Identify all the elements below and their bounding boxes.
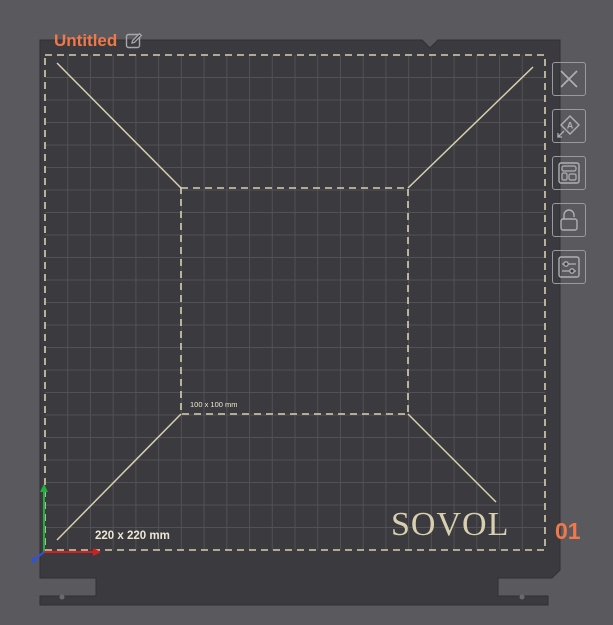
plate-index: 01	[555, 518, 581, 544]
svg-text:A: A	[567, 121, 574, 131]
inner-area-label: 100 x 100 mm	[190, 400, 238, 409]
mount-hole	[59, 594, 65, 600]
close-icon	[560, 70, 578, 88]
brand-logo: SOVOL	[391, 506, 509, 543]
arrange-button[interactable]	[552, 156, 586, 190]
lock-icon	[560, 209, 578, 231]
edit-icon[interactable]	[125, 32, 143, 50]
arrange-icon	[558, 162, 580, 184]
remove-plate-button[interactable]	[552, 62, 586, 96]
auto-orient-button[interactable]: A	[552, 109, 586, 143]
plate-title-bar: Untitled	[54, 30, 143, 52]
plate-toolbar: A	[552, 62, 586, 284]
sliders-icon	[558, 256, 580, 278]
plate-title: Untitled	[54, 31, 118, 50]
build-plate-view[interactable]: 220 x 220 mm 100 x 100 mm SOVOL	[0, 0, 613, 625]
lock-button[interactable]	[552, 203, 586, 237]
orient-icon: A	[557, 115, 580, 138]
bed-size-label: 220 x 220 mm	[95, 530, 170, 542]
mount-hole	[519, 594, 525, 600]
plate-settings-button[interactable]	[552, 250, 586, 284]
